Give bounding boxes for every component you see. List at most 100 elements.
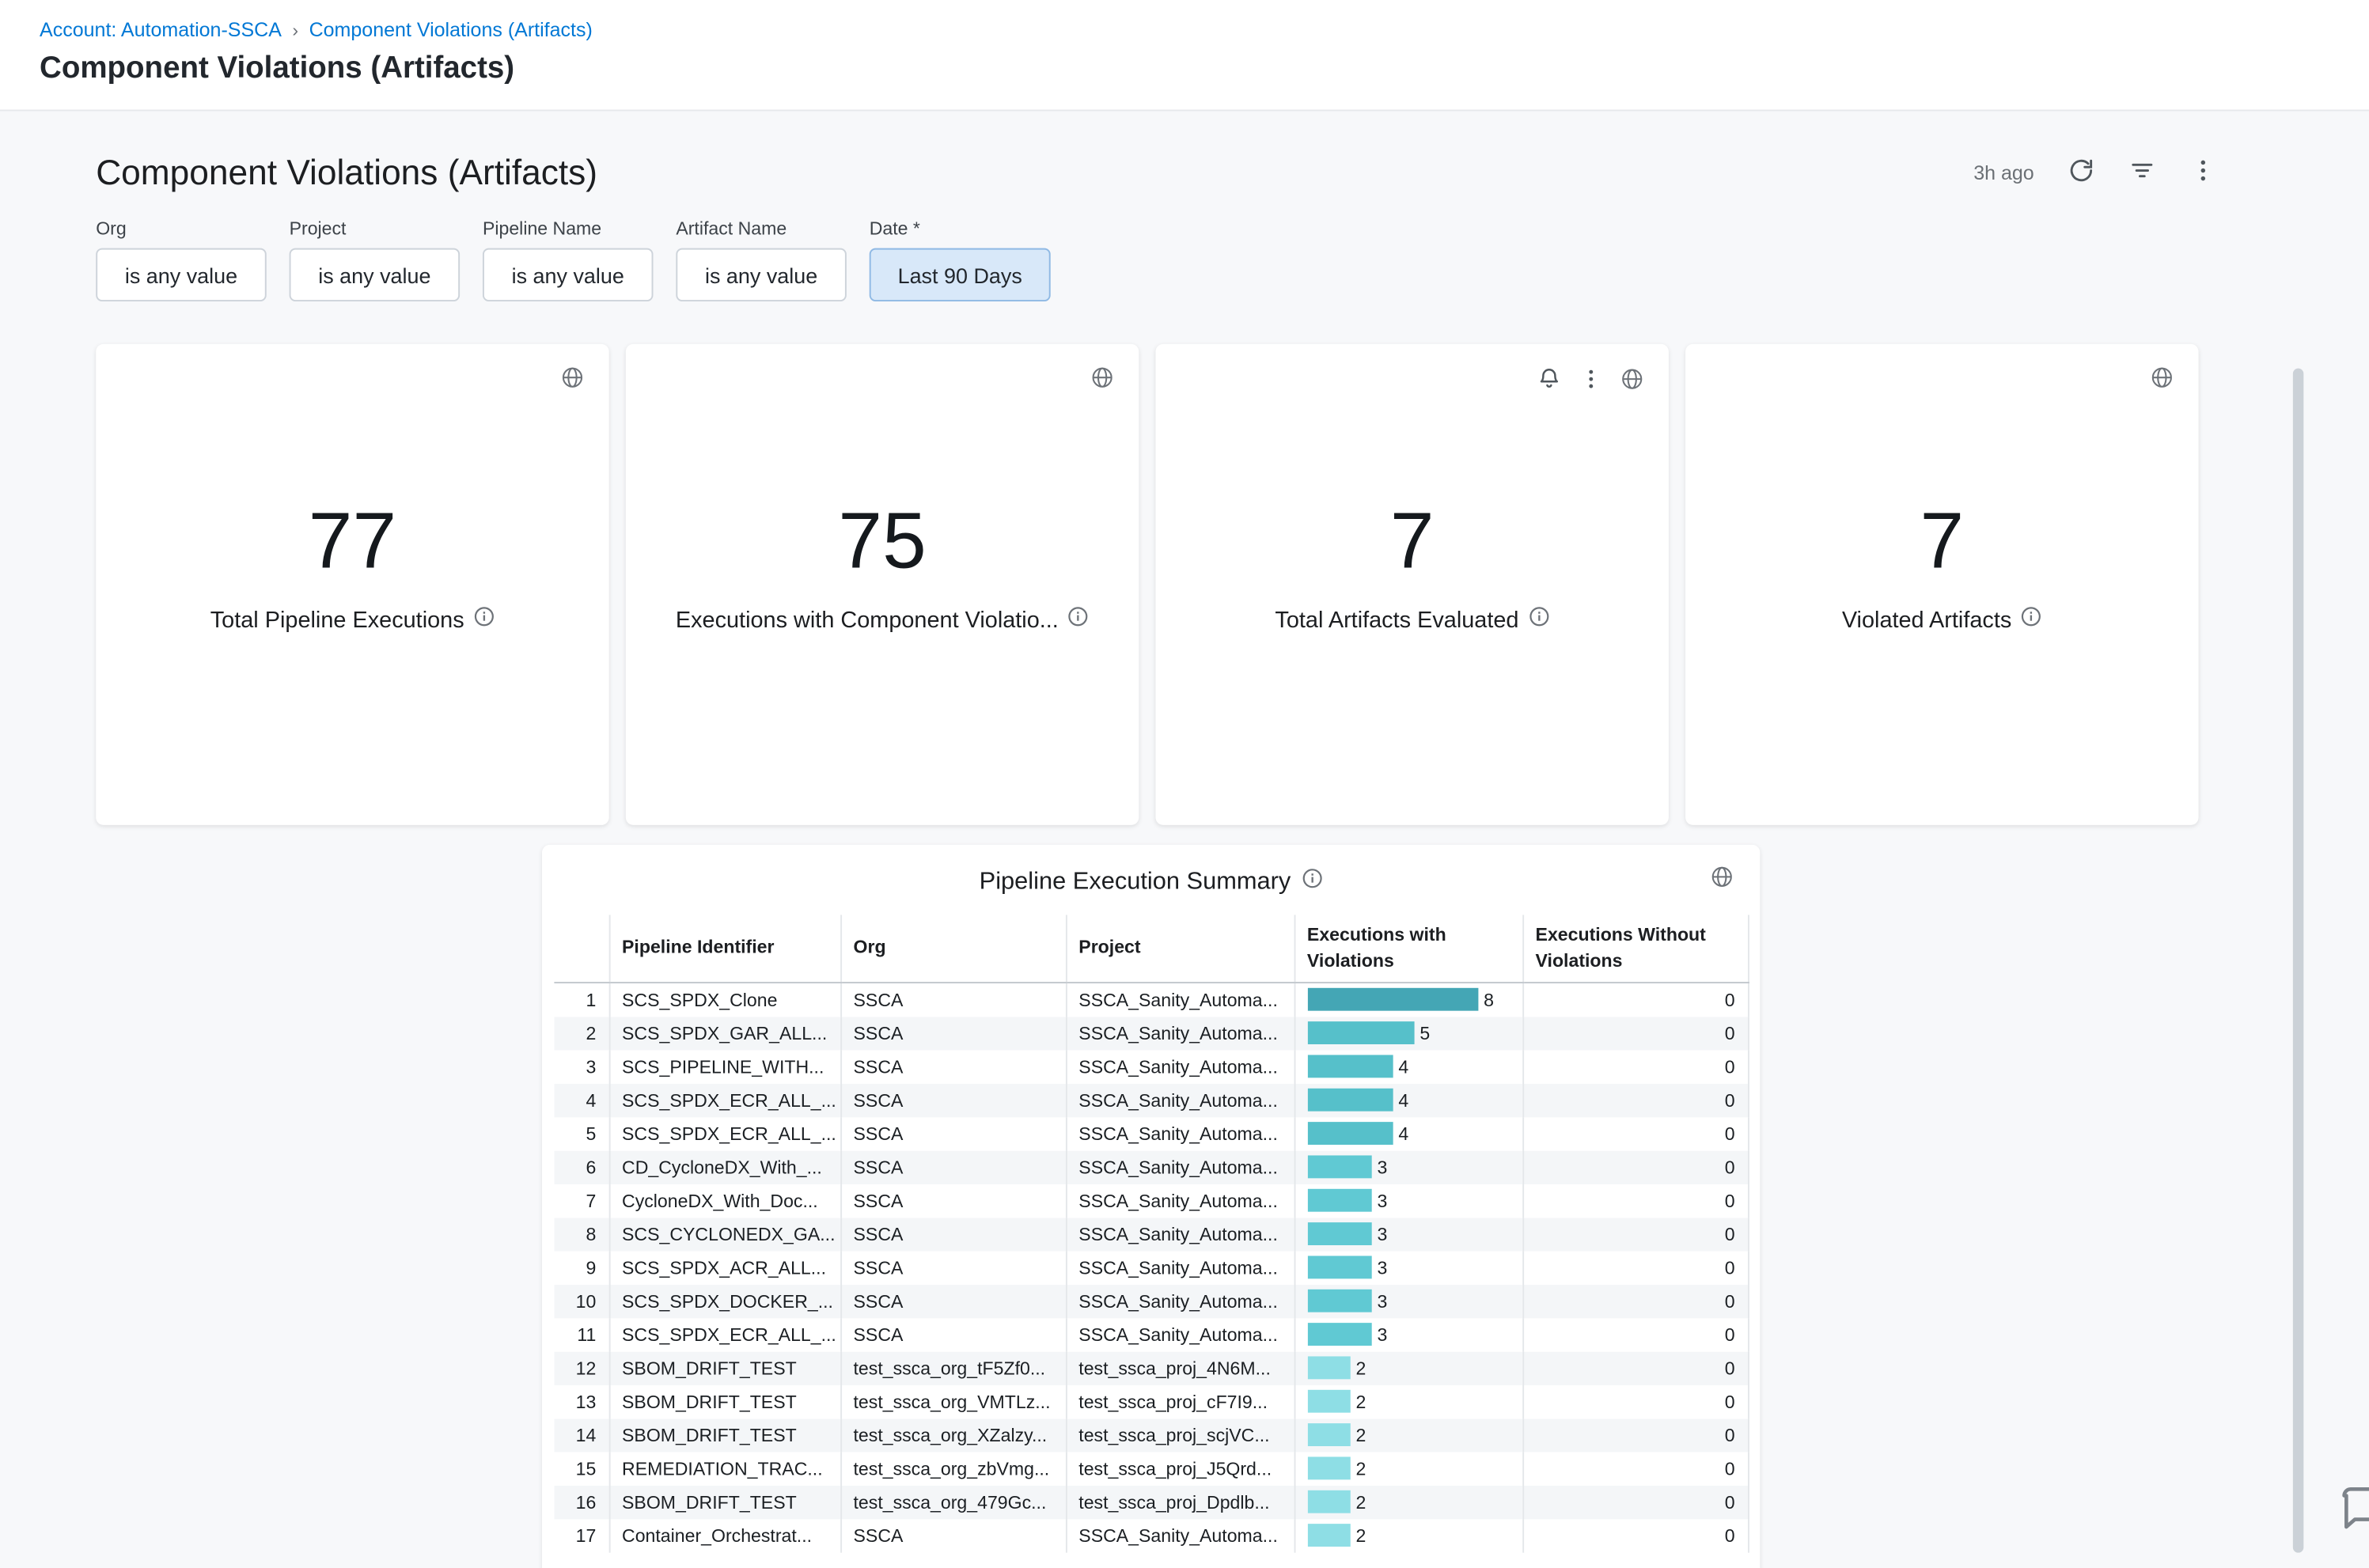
info-icon[interactable]: [1302, 868, 1323, 897]
violations-bar[interactable]: [1307, 1490, 1350, 1513]
table-row[interactable]: 13SBOM_DRIFT_TESTtest_ssca_org_VMTLz...t…: [554, 1384, 1748, 1418]
executions-without-violations-cell: 0: [1522, 1452, 1748, 1485]
breadcrumb-page-link[interactable]: Component Violations (Artifacts): [309, 18, 593, 41]
violations-bar[interactable]: [1307, 1055, 1393, 1078]
row-number: 17: [554, 1519, 608, 1552]
org-cell: test_ssca_org_XZalzy...: [840, 1418, 1066, 1452]
org-cell: SSCA: [840, 1184, 1066, 1217]
table-row[interactable]: 16SBOM_DRIFT_TESTtest_ssca_org_479Gc...t…: [554, 1485, 1748, 1518]
metric-label-text: Total Artifacts Evaluated: [1275, 607, 1518, 633]
violations-bar[interactable]: [1307, 1021, 1414, 1044]
metric-value: 7: [1390, 502, 1435, 581]
filter-pipeline-name-value-button[interactable]: is any value: [483, 248, 654, 301]
dashboard-more-button[interactable]: [2189, 157, 2217, 188]
table-row[interactable]: 17Container_Orchestrat...SSCASSCA_Sanity…: [554, 1519, 1748, 1552]
executions-with-violations-cell: 2: [1294, 1384, 1523, 1418]
violations-bar[interactable]: [1307, 1256, 1371, 1279]
info-icon[interactable]: [2021, 606, 2042, 634]
table-row[interactable]: 9SCS_SPDX_ACR_ALL...SSCASSCA_Sanity_Auto…: [554, 1251, 1748, 1284]
violations-bar[interactable]: [1307, 1122, 1393, 1145]
table-row[interactable]: 5SCS_SPDX_ECR_ALL_...SSCASSCA_Sanity_Aut…: [554, 1117, 1748, 1150]
table-row[interactable]: 1SCS_SPDX_CloneSSCASSCA_Sanity_Automa...…: [554, 982, 1748, 1016]
executions-with-violations-cell: 4: [1294, 1117, 1523, 1150]
violations-value: 4: [1398, 1056, 1408, 1078]
violations-bar[interactable]: [1307, 1357, 1350, 1380]
executions-with-violations-header[interactable]: Executions with Violations: [1294, 915, 1523, 982]
violations-value: 3: [1377, 1324, 1387, 1345]
violations-value: 4: [1398, 1089, 1408, 1111]
project-cell: SSCA_Sanity_Automa...: [1066, 1184, 1294, 1217]
executions-without-violations-cell: 0: [1522, 1251, 1748, 1284]
executions-with-violations-cell: 2: [1294, 1485, 1523, 1518]
info-icon[interactable]: [1528, 606, 1549, 634]
violations-bar[interactable]: [1307, 988, 1478, 1011]
table-row[interactable]: 6CD_CycloneDX_With_...SSCASSCA_Sanity_Au…: [554, 1150, 1748, 1184]
table-row[interactable]: 4SCS_SPDX_ECR_ALL_...SSCASSCA_Sanity_Aut…: [554, 1083, 1748, 1116]
executions-without-violations-header[interactable]: Executions Without Violations: [1522, 915, 1748, 982]
filter-date-value-button[interactable]: Last 90 Days: [870, 248, 1051, 301]
filter-artifact-name-value-button[interactable]: is any value: [676, 248, 847, 301]
table-row[interactable]: 12SBOM_DRIFT_TESTtest_ssca_org_tF5Zf0...…: [554, 1351, 1748, 1384]
violations-bar[interactable]: [1307, 1089, 1393, 1112]
filter-artifact-name: Artifact Name is any value: [676, 218, 847, 301]
globe-icon[interactable]: [560, 365, 585, 397]
vertical-scrollbar[interactable]: [2293, 369, 2303, 1553]
info-icon[interactable]: [1067, 606, 1089, 634]
project-cell: SSCA_Sanity_Automa...: [1066, 1218, 1294, 1251]
breadcrumb-account-link[interactable]: Account: Automation-SSCA: [40, 18, 282, 41]
violations-bar[interactable]: [1307, 1457, 1350, 1480]
table-row[interactable]: 15REMEDIATION_TRAC...test_ssca_org_zbVmg…: [554, 1452, 1748, 1485]
table-title-text: Pipeline Execution Summary: [980, 869, 1291, 896]
globe-icon[interactable]: [1710, 865, 1734, 896]
violations-bar[interactable]: [1307, 1222, 1371, 1245]
executions-with-violations-cell: 3: [1294, 1218, 1523, 1251]
violations-bar[interactable]: [1307, 1290, 1371, 1312]
filter-pipeline-name-label: Pipeline Name: [483, 218, 654, 239]
tile-kebab-icon[interactable]: [1579, 366, 1603, 398]
info-icon[interactable]: [473, 606, 495, 634]
project-cell: SSCA_Sanity_Automa...: [1066, 982, 1294, 1016]
filter-date: Date * Last 90 Days: [870, 218, 1051, 301]
metric-label-text: Violated Artifacts: [1842, 607, 2011, 633]
org-cell: test_ssca_org_VMTLz...: [840, 1384, 1066, 1418]
breadcrumb-separator-icon: ›: [292, 19, 298, 40]
refresh-button[interactable]: [2068, 157, 2095, 188]
pipeline-identifier-header[interactable]: Pipeline Identifier: [609, 915, 840, 982]
alert-bell-icon[interactable]: [1537, 365, 1563, 399]
executions-with-violations-cell: 2: [1294, 1418, 1523, 1452]
violations-value: 2: [1356, 1524, 1366, 1546]
chat-help-button[interactable]: [2336, 1483, 2369, 1542]
org-cell: test_ssca_org_479Gc...: [840, 1485, 1066, 1518]
filter-button[interactable]: [2128, 157, 2156, 188]
table-row[interactable]: 11SCS_SPDX_ECR_ALL_...SSCASSCA_Sanity_Au…: [554, 1318, 1748, 1351]
globe-icon[interactable]: [1620, 366, 1644, 398]
filter-org-value-button[interactable]: is any value: [96, 248, 267, 301]
violations-bar[interactable]: [1307, 1390, 1350, 1413]
violations-bar[interactable]: [1307, 1524, 1350, 1547]
executions-with-violations-cell: 3: [1294, 1251, 1523, 1284]
org-header[interactable]: Org: [840, 915, 1066, 982]
table-row[interactable]: 10SCS_SPDX_DOCKER_...SSCASSCA_Sanity_Aut…: [554, 1284, 1748, 1317]
table-row[interactable]: 7CycloneDX_With_Doc...SSCASSCA_Sanity_Au…: [554, 1184, 1748, 1217]
violations-value: 2: [1356, 1424, 1366, 1445]
table-row[interactable]: 3SCS_PIPELINE_WITH...SSCASSCA_Sanity_Aut…: [554, 1050, 1748, 1083]
globe-icon[interactable]: [2150, 365, 2174, 397]
violations-bar[interactable]: [1307, 1323, 1371, 1346]
violations-value: 3: [1377, 1223, 1387, 1244]
table-row[interactable]: 8SCS_CYCLONEDX_GA...SSCASSCA_Sanity_Auto…: [554, 1218, 1748, 1251]
violations-bar[interactable]: [1307, 1156, 1371, 1179]
violations-bar[interactable]: [1307, 1189, 1371, 1212]
org-cell: SSCA: [840, 1117, 1066, 1150]
org-cell: test_ssca_org_tF5Zf0...: [840, 1351, 1066, 1384]
row-number: 14: [554, 1418, 608, 1452]
project-header[interactable]: Project: [1066, 915, 1294, 982]
project-cell: SSCA_Sanity_Automa...: [1066, 1519, 1294, 1552]
executions-without-violations-cell: 0: [1522, 1519, 1748, 1552]
table-row[interactable]: 2SCS_SPDX_GAR_ALL...SSCASSCA_Sanity_Auto…: [554, 1017, 1748, 1050]
table-row[interactable]: 14SBOM_DRIFT_TESTtest_ssca_org_XZalzy...…: [554, 1418, 1748, 1452]
globe-icon[interactable]: [1090, 365, 1115, 397]
pipeline-identifier-cell: SCS_CYCLONEDX_GA...: [609, 1218, 840, 1251]
kebab-menu-icon: [2189, 157, 2217, 188]
filter-project-value-button[interactable]: is any value: [290, 248, 461, 301]
violations-bar[interactable]: [1307, 1423, 1350, 1446]
